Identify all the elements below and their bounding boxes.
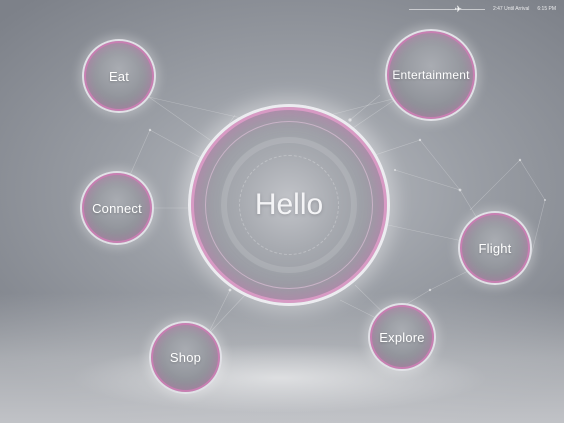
- airplane-icon: ✈: [454, 3, 462, 14]
- eat-label: Eat: [108, 68, 130, 84]
- entertainment-button[interactable]: Entertainment: [385, 29, 477, 121]
- hello-hub[interactable]: Hello: [188, 104, 390, 306]
- flight-progress-track: ✈: [408, 4, 485, 14]
- flight-label: Flight: [478, 240, 512, 256]
- explore-label: Explore: [379, 329, 425, 345]
- shop-label: Shop: [169, 350, 202, 365]
- entertainment-label: Entertainment: [392, 68, 470, 82]
- clock: 6:15 PM: [537, 6, 556, 12]
- explore-button[interactable]: Explore: [368, 303, 436, 371]
- arrival-countdown: 2:47 Until Arrival: [492, 6, 530, 12]
- eat-button[interactable]: Eat: [82, 39, 156, 113]
- connect-button[interactable]: Connect: [80, 171, 154, 245]
- status-bar: ✈ 2:47 Until Arrival 6:15 PM: [408, 2, 556, 16]
- connect-label: Connect: [92, 200, 142, 216]
- shop-button[interactable]: Shop: [149, 321, 222, 394]
- hub-label: Hello: [254, 188, 324, 221]
- flight-button[interactable]: Flight: [458, 211, 532, 285]
